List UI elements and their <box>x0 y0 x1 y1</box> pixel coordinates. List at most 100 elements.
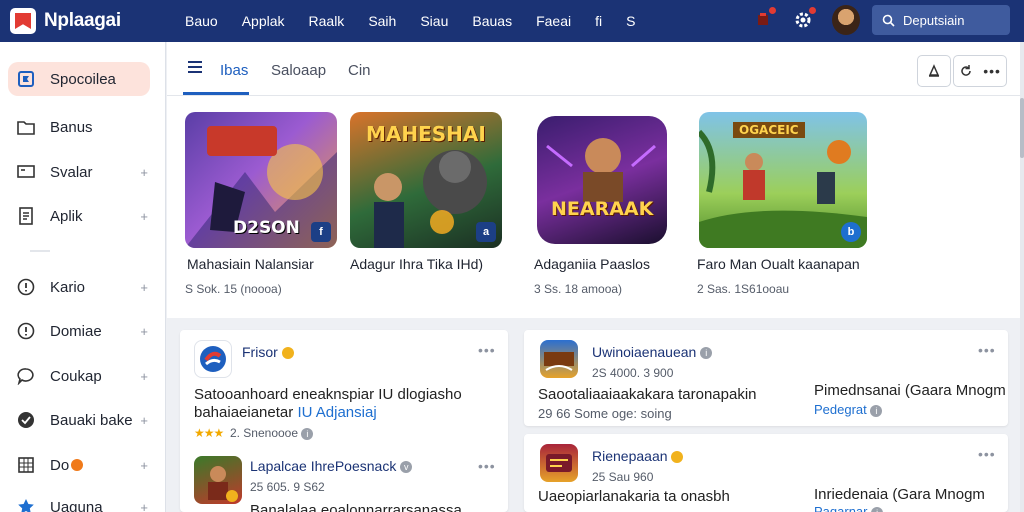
app-meta-2: 29 66 Some oge: soing <box>538 406 672 421</box>
grid-icon <box>16 455 36 475</box>
app-side-text: Inriedenaia (Gara Mnogm <box>814 486 985 503</box>
chevron-right-icon: + <box>140 457 148 473</box>
notification-icon[interactable] <box>752 7 776 31</box>
app-name[interactable]: Uwinoiaenauean i <box>592 344 713 360</box>
app-meta: 25 605. 9 S62 <box>250 480 325 494</box>
app-list-right-item: Uwinoiaenauean i ••• 2S 4000. 3 900 Saoo… <box>524 330 1008 426</box>
top-nav: Bauo Applak Raalk Saih Siau Bauas Faeai … <box>185 13 659 29</box>
game-art-text: OGACEIC <box>733 122 805 138</box>
sidebar: Spocoilea Banus Svalar + Aplik + Kario +… <box>0 42 166 512</box>
top-nav-item[interactable]: Bauo <box>185 13 218 29</box>
app-meta: 2S 4000. 3 900 <box>592 366 674 380</box>
more-icon[interactable]: ••• <box>978 446 996 462</box>
chevron-right-icon: + <box>140 208 148 224</box>
game-card-image[interactable]: NEARAAK <box>537 116 667 244</box>
chevron-right-icon: + <box>140 499 148 512</box>
app-link[interactable]: Paqarnar <box>814 504 867 512</box>
chevron-right-icon: + <box>140 368 148 384</box>
sidebar-item-label: Kario <box>50 278 86 296</box>
app-link[interactable]: IU Adjansiaj <box>297 404 376 421</box>
game-card-image[interactable]: OGACEIC b <box>699 112 867 248</box>
game-card-image[interactable]: D2SON f <box>185 112 337 248</box>
top-nav-item[interactable]: Bauas <box>472 13 512 29</box>
top-nav-item[interactable]: Raalk <box>309 13 345 29</box>
app-description: Saootaliaaiaakakara taronapakin <box>538 386 757 403</box>
featured-games: D2SON f Mahasiain Nalansiar S Sok. 15 (n… <box>167 96 1020 318</box>
chat-icon <box>16 366 36 386</box>
top-nav-item[interactable]: Faeai <box>536 13 571 29</box>
sidebar-item-label: Svalar <box>50 163 93 181</box>
settings-icon[interactable] <box>792 7 816 31</box>
tab-cin[interactable]: Cin <box>348 62 371 79</box>
tab-saloaap[interactable]: Saloaap <box>271 62 326 79</box>
game-title[interactable]: Mahasiain Nalansiar <box>187 256 314 272</box>
publisher-icon: b <box>841 222 861 242</box>
more-icon[interactable]: ••• <box>478 458 496 474</box>
app-description: Uaeopiarlanakaria ta onasbh <box>538 488 730 505</box>
check-circle-icon <box>16 410 36 430</box>
app-icon[interactable] <box>194 456 242 504</box>
avatar[interactable] <box>832 5 860 35</box>
app-rating-row: ★★★ 2. Snenoooe i <box>194 426 314 440</box>
top-nav-item[interactable]: Siau <box>420 13 448 29</box>
search-icon <box>882 14 895 27</box>
app-side-text: Pimednsanai (Gaara Mnogm <box>814 382 1006 399</box>
top-nav-item[interactable]: S <box>626 13 635 29</box>
game-meta: 2 Sas. 1S61ooau <box>697 282 790 296</box>
top-right-controls: Deputsiain <box>752 5 1010 35</box>
game-meta: 3 Ss. 18 amooa) <box>534 282 623 296</box>
folder-icon <box>16 117 36 137</box>
top-nav-item[interactable]: Applak <box>242 13 285 29</box>
screen-icon <box>16 162 36 182</box>
game-meta: S Sok. 15 (noooa) <box>185 282 282 296</box>
sidebar-item-aplik[interactable]: Aplik + <box>8 199 150 233</box>
flag-icon <box>16 69 36 89</box>
app-logo[interactable]: Nplaagai <box>10 8 185 34</box>
game-title[interactable]: Adaganiia Paaslos <box>534 256 650 272</box>
sidebar-item-uaguna[interactable]: Uaguna + <box>8 490 150 512</box>
search-input[interactable]: Deputsiain <box>872 5 1010 35</box>
rating-stars: ★★★ <box>194 426 224 440</box>
info-circle-icon <box>16 277 36 297</box>
publisher-icon: a <box>476 222 496 242</box>
scrollbar[interactable] <box>1020 42 1024 512</box>
refresh-more-button[interactable]: ••• <box>953 55 1007 87</box>
app-name[interactable]: Frisor <box>242 344 294 360</box>
chevron-right-icon: + <box>140 279 148 295</box>
sidebar-item-domiae[interactable]: Domiae + <box>8 314 150 348</box>
top-nav-item[interactable]: fi <box>595 13 602 29</box>
content-header: Ibas Saloaap Cin ••• <box>167 42 1020 96</box>
app-name[interactable]: Rienepaaan <box>592 448 684 464</box>
sidebar-item-bauaki-bake[interactable]: Bauaki bake + <box>8 403 150 437</box>
menu-icon[interactable] <box>187 60 203 74</box>
upload-button[interactable] <box>917 55 951 87</box>
app-link[interactable]: Pedegrat <box>814 402 867 417</box>
app-meta: 25 Sau 960 <box>592 470 654 484</box>
game-card-image[interactable]: MAHESHAI a <box>350 112 502 248</box>
app-list-right-item: Rienepaaan ••• 25 Sau 960 Uaeopiarlanaka… <box>524 434 1008 512</box>
app-icon[interactable] <box>194 340 232 378</box>
refresh-icon <box>961 65 971 76</box>
chevron-right-icon: + <box>140 412 148 428</box>
top-nav-item[interactable]: Saih <box>368 13 396 29</box>
app-icon[interactable] <box>540 340 578 378</box>
info-circle-icon <box>16 321 36 341</box>
sidebar-item-banus[interactable]: Banus <box>8 110 150 144</box>
app-icon[interactable] <box>540 444 578 482</box>
sidebar-item-spocoilea[interactable]: Spocoilea <box>8 62 150 96</box>
sidebar-item-do[interactable]: Do + <box>8 448 150 482</box>
app-title: Nplaagai <box>44 10 121 31</box>
sidebar-item-svalar[interactable]: Svalar + <box>8 155 150 189</box>
app-name[interactable]: Lapalcae IhrePoesnack v <box>250 458 413 474</box>
game-title[interactable]: Faro Man Oualt kaanapan <box>697 256 860 272</box>
more-icon[interactable]: ••• <box>978 342 996 358</box>
sidebar-item-label: Coukap <box>50 367 102 385</box>
tab-ibas[interactable]: Ibas <box>220 62 248 79</box>
sidebar-item-kario[interactable]: Kario + <box>8 270 150 304</box>
more-icon[interactable]: ••• <box>478 342 496 358</box>
star-icon <box>16 497 36 512</box>
top-bar: Nplaagai Bauo Applak Raalk Saih Siau Bau… <box>0 0 1024 42</box>
sidebar-item-coukap[interactable]: Coukap + <box>8 359 150 393</box>
sidebar-item-label: Domiae <box>50 322 102 340</box>
game-title[interactable]: Adagur Ihra Tika IHd) <box>350 256 483 272</box>
